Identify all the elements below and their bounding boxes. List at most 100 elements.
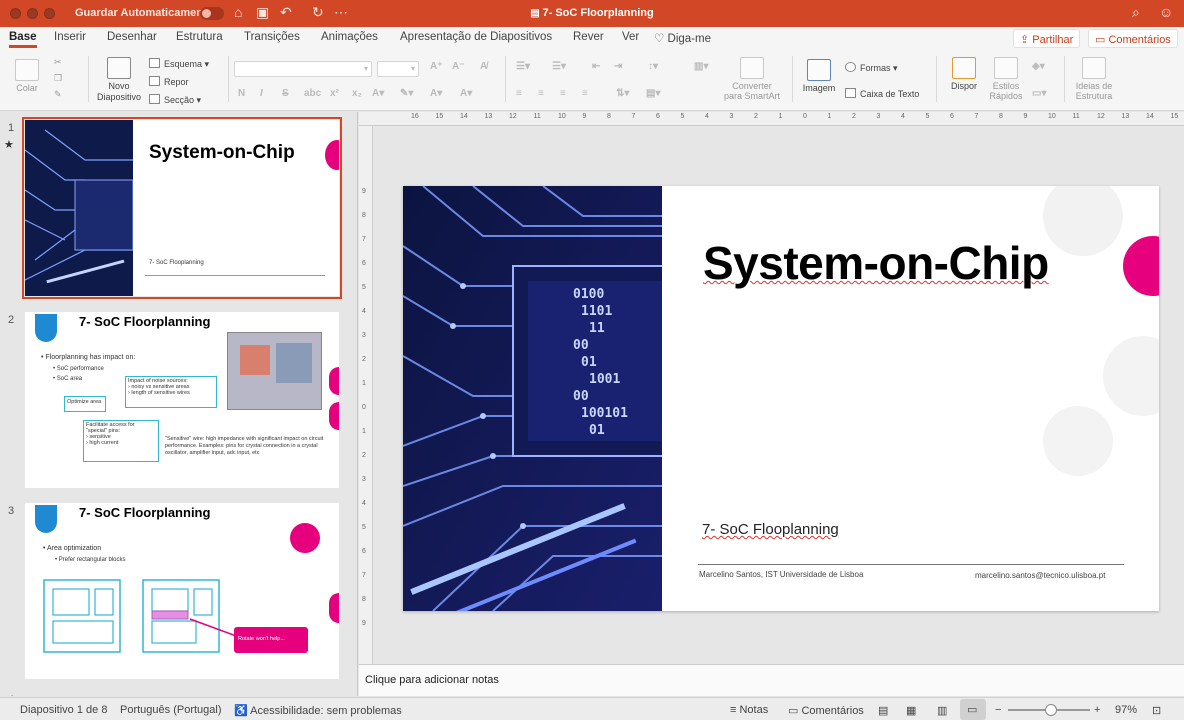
- search-icon[interactable]: ⌕: [1132, 4, 1140, 21]
- grow-font-icon[interactable]: A⁺: [430, 61, 443, 72]
- font-size-select[interactable]: ▾: [377, 61, 419, 77]
- toolbar-divider: [792, 56, 793, 102]
- columns-icon[interactable]: ▥▾: [694, 61, 708, 72]
- slide-sorter-icon[interactable]: ▦: [906, 704, 916, 717]
- reset-button[interactable]: Repor: [149, 76, 189, 87]
- cut-icon[interactable]: ✂: [54, 57, 62, 68]
- font-name-select[interactable]: ▾: [234, 61, 372, 77]
- slide-thumbnail-pane[interactable]: 1 ★ System-on-Chip 7- SoC Flooplanning 2…: [0, 112, 357, 696]
- reading-view-icon[interactable]: ▥: [937, 704, 947, 717]
- tab-inserir[interactable]: Inserir: [54, 31, 86, 43]
- reset-icon: [149, 76, 160, 86]
- chip-binary-line: 1001: [589, 372, 621, 387]
- clear-format-icon[interactable]: A̸: [480, 61, 487, 72]
- normal-view-icon[interactable]: ▤: [878, 704, 888, 717]
- notes-placeholder[interactable]: Clique para adicionar notas: [365, 674, 499, 686]
- format-painter-icon[interactable]: ✎: [54, 89, 62, 100]
- accessibility-status[interactable]: ♿ Acessibilidade: sem problemas: [234, 704, 402, 717]
- superscript-button[interactable]: x²: [330, 88, 339, 99]
- tab-animacoes[interactable]: Animações: [321, 31, 378, 43]
- tab-rever[interactable]: Rever: [573, 31, 604, 43]
- tab-base[interactable]: Base: [9, 31, 37, 48]
- ribbon-tabs: Base Inserir Desenhar Estrutura Transiçõ…: [0, 27, 1184, 49]
- text-color-icon[interactable]: A▾: [460, 88, 472, 99]
- zoom-level[interactable]: 97%: [1115, 704, 1137, 716]
- char-spacing-button[interactable]: abc: [304, 88, 321, 99]
- presenter-view-icon[interactable]: ▭: [960, 699, 986, 720]
- thumb-bullet-text: SoC area: [56, 376, 83, 382]
- align-center-icon[interactable]: ≡: [538, 88, 544, 99]
- ruler-tick-label: 6: [950, 113, 954, 120]
- copy-icon[interactable]: ❐: [54, 73, 62, 84]
- fill-color-icon[interactable]: ◈▾: [1032, 61, 1045, 72]
- bullets-icon[interactable]: ☰▾: [516, 61, 530, 72]
- pane-divider[interactable]: [357, 112, 358, 696]
- arrange-icon: [952, 57, 976, 79]
- quick-styles-button[interactable]: Estilos Rápidos: [986, 57, 1026, 101]
- ruler-tick-label: 15: [1170, 113, 1179, 120]
- font-color-button[interactable]: A▾: [372, 88, 384, 99]
- paste-button[interactable]: Colar: [10, 59, 44, 93]
- highlight-icon[interactable]: ✎▾: [400, 88, 413, 99]
- design-ideas-button[interactable]: Ideias de Estrutura: [1072, 57, 1116, 101]
- fit-slide-icon[interactable]: ⊡: [1152, 704, 1161, 717]
- convert-smartart-button[interactable]: Converter para SmartArt: [720, 57, 784, 101]
- layout-button[interactable]: Esquema ▾: [149, 58, 209, 70]
- slide-thumbnail-1[interactable]: System-on-Chip 7- SoC Flooplanning: [22, 117, 342, 299]
- share-button[interactable]: ⇪ Partilhar: [1013, 29, 1081, 48]
- slide-author[interactable]: Marcelino Santos, IST Universidade de Li…: [699, 570, 863, 579]
- tab-ver[interactable]: Ver: [622, 31, 639, 43]
- slide-email[interactable]: marcelino.santos@tecnico.ulisboa.pt: [975, 571, 1105, 580]
- increase-indent-icon[interactable]: ⇥: [614, 61, 622, 72]
- comments-button[interactable]: ▭ Comentários: [1088, 29, 1178, 48]
- slide-thumbnail-2[interactable]: 7- SoC Floorplanning • Floorplanning has…: [25, 312, 339, 488]
- textbox-button[interactable]: Caixa de Texto: [845, 88, 919, 99]
- italic-button[interactable]: I: [260, 88, 263, 99]
- text-direction-icon[interactable]: ⇅▾: [616, 88, 629, 99]
- strike-button[interactable]: S: [282, 88, 289, 99]
- bold-button[interactable]: N: [238, 88, 245, 99]
- arrange-button[interactable]: Dispor: [946, 57, 982, 91]
- comment-icon: ▭: [788, 705, 802, 717]
- justify-icon[interactable]: ≡: [582, 88, 588, 99]
- shapes-button[interactable]: Formas ▾: [845, 62, 898, 74]
- comments-toggle[interactable]: ▭ Comentários: [788, 704, 864, 717]
- section-button[interactable]: Secção ▾: [149, 94, 201, 106]
- text-effects-icon[interactable]: A▾: [430, 88, 442, 99]
- zoom-in-button[interactable]: +: [1094, 704, 1100, 716]
- align-right-icon[interactable]: ≡: [560, 88, 566, 99]
- main-slide-canvas[interactable]: 0100 1101 11 00 01 1001 00 100101 01 System-on-C…: [403, 186, 1159, 611]
- animation-star-icon: ★: [4, 139, 14, 151]
- line-spacing-icon[interactable]: ↕▾: [648, 61, 658, 72]
- magenta-circle: [329, 402, 339, 430]
- tell-me-search[interactable]: ♡ Diga-me: [654, 31, 711, 45]
- language-status[interactable]: Português (Portugal): [120, 704, 222, 716]
- slide-thumbnail-3[interactable]: 7- SoC Floorplanning • Area optimization…: [25, 503, 339, 679]
- notes-toggle[interactable]: ≡ Notas: [730, 704, 768, 716]
- shrink-font-icon[interactable]: A⁻: [452, 61, 465, 72]
- slide-subtitle[interactable]: 7- SoC Flooplanning: [702, 521, 839, 538]
- share-people-icon[interactable]: ☺: [1159, 4, 1173, 20]
- subscript-button[interactable]: x₂: [352, 88, 362, 99]
- tab-transicoes[interactable]: Transições: [244, 31, 300, 43]
- tab-desenhar[interactable]: Desenhar: [107, 31, 157, 43]
- thumb-title: System-on-Chip: [149, 142, 295, 163]
- slide-title[interactable]: System-on-Chip: [703, 236, 1049, 290]
- picture-button[interactable]: Imagem: [800, 59, 838, 93]
- tab-estrutura[interactable]: Estrutura: [176, 31, 223, 43]
- chip-binary-line: 01: [581, 355, 597, 370]
- align-text-icon[interactable]: ▤▾: [646, 88, 660, 99]
- zoom-slider-handle[interactable]: [1044, 704, 1057, 716]
- line-color-icon[interactable]: ▭▾: [1032, 88, 1046, 99]
- magenta-circle: [329, 367, 339, 395]
- tab-apresentacao[interactable]: Apresentação de Diapositivos: [400, 31, 552, 43]
- chip-binary-line: 01: [589, 423, 605, 438]
- thumb-bullet: • SoC area: [53, 376, 83, 382]
- align-left-icon[interactable]: ≡: [516, 88, 522, 99]
- numbering-icon[interactable]: ☰▾: [552, 61, 566, 72]
- new-slide-button[interactable]: Novo Diapositivo: [96, 57, 142, 103]
- zoom-out-button[interactable]: −: [995, 704, 1001, 716]
- decrease-indent-icon[interactable]: ⇤: [592, 61, 600, 72]
- notes-area[interactable]: Clique para adicionar notas: [359, 664, 1184, 696]
- zoom-slider[interactable]: [1008, 704, 1090, 716]
